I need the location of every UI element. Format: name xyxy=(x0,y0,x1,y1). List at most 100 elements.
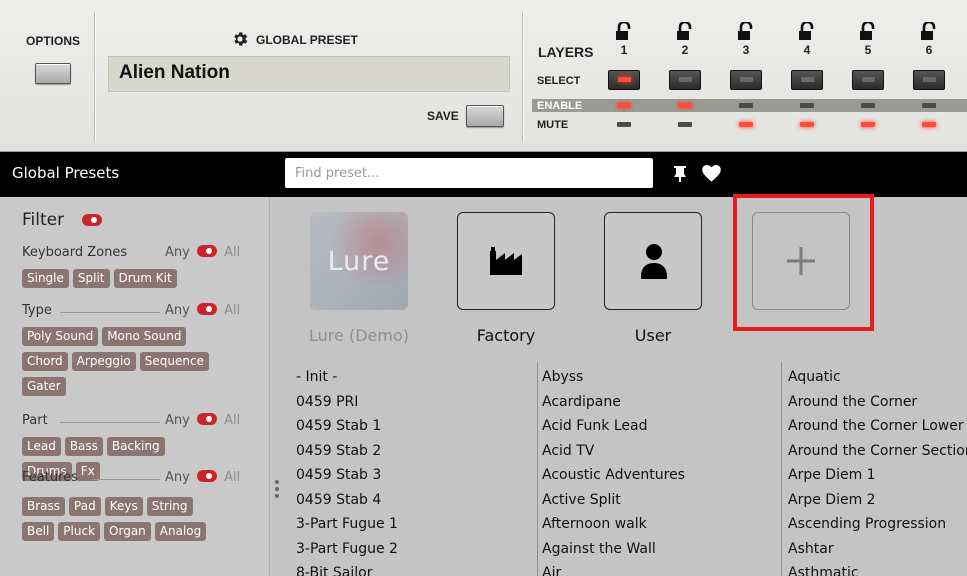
preset-item[interactable]: Acid TV xyxy=(542,439,685,464)
lock-open-icon[interactable] xyxy=(859,22,877,40)
filter-tag[interactable]: Bell xyxy=(22,522,55,541)
lock-open-icon[interactable] xyxy=(737,22,755,40)
pin-icon[interactable] xyxy=(673,166,687,182)
preset-item[interactable]: Around the Corner Lower xyxy=(788,414,967,439)
lock-open-icon[interactable] xyxy=(798,22,816,40)
layer-mute-led[interactable] xyxy=(739,122,753,127)
section-rule xyxy=(60,312,160,313)
filter-tag[interactable]: Mono Sound xyxy=(102,327,187,346)
filter-tag[interactable]: Chord xyxy=(22,352,68,371)
preset-item[interactable]: 0459 Stab 4 xyxy=(296,488,398,513)
filter-tag[interactable]: String xyxy=(146,497,193,516)
global-preset-display[interactable]: Alien Nation xyxy=(108,56,510,92)
options-button[interactable] xyxy=(35,63,71,84)
filter-tag[interactable]: Gater xyxy=(22,377,66,396)
preset-item[interactable]: Ashtar xyxy=(788,537,967,562)
all-label: All xyxy=(224,470,241,485)
preset-item[interactable]: 0459 PRI xyxy=(296,390,398,415)
any-label: Any xyxy=(165,303,190,318)
layer-enable-led[interactable] xyxy=(617,103,631,108)
library-tile-user[interactable] xyxy=(604,212,702,310)
layer-select-button[interactable] xyxy=(669,70,701,90)
preset-item[interactable]: Abyss xyxy=(542,365,685,390)
any-all-toggle[interactable] xyxy=(196,470,217,482)
preset-item[interactable]: Afternoon walk xyxy=(542,512,685,537)
preset-item[interactable]: Acid Funk Lead xyxy=(542,414,685,439)
preset-item[interactable]: 0459 Stab 3 xyxy=(296,463,398,488)
preset-column: Aquatic Around the Corner Around the Corne… xyxy=(788,365,967,576)
preset-item[interactable]: Around the Corner xyxy=(788,390,967,415)
layer-select-button[interactable] xyxy=(730,70,762,90)
preset-item[interactable]: 3-Part Fugue 2 xyxy=(296,537,398,562)
preset-item[interactable]: 3-Part Fugue 1 xyxy=(296,512,398,537)
preset-item[interactable]: Acoustic Adventures xyxy=(542,463,685,488)
filter-tag[interactable]: Organ xyxy=(104,522,151,541)
filter-tag[interactable]: Single xyxy=(22,269,69,288)
layer-mute-led[interactable] xyxy=(800,122,814,127)
preset-item[interactable]: Active Split xyxy=(542,488,685,513)
library-tile-lure[interactable]: Lure xyxy=(310,212,408,310)
options-label: OPTIONS xyxy=(26,34,81,48)
preset-item[interactable]: Against the Wall xyxy=(542,537,685,562)
layer-select-button[interactable] xyxy=(913,70,945,90)
filter-tag[interactable]: Sequence xyxy=(139,352,209,371)
layer-mute-led[interactable] xyxy=(922,122,936,127)
filter-tag[interactable]: Lead xyxy=(22,437,61,456)
layer-mute-led[interactable] xyxy=(617,122,631,127)
search-input[interactable] xyxy=(285,158,653,188)
preset-item[interactable]: Around the Corner Section xyxy=(788,439,967,464)
column-divider xyxy=(781,362,782,576)
save-button[interactable] xyxy=(466,105,504,127)
preset-item[interactable]: Aquatic xyxy=(788,365,967,390)
preset-item[interactable]: Acardipane xyxy=(542,390,685,415)
any-all-toggle[interactable] xyxy=(196,303,217,315)
preset-item[interactable]: Air xyxy=(542,561,685,576)
filter-tag[interactable]: Pluck xyxy=(58,522,101,541)
filter-toggle[interactable] xyxy=(82,214,102,226)
splitter-handle[interactable] xyxy=(275,480,279,501)
filter-section-label: Type xyxy=(22,303,52,318)
preset-item[interactable]: Arpe Diem 2 xyxy=(788,488,967,513)
filter-tag[interactable]: Brass xyxy=(22,497,66,516)
lock-open-icon[interactable] xyxy=(920,22,938,40)
filter-tag[interactable]: Split xyxy=(72,269,110,288)
layer-select-button[interactable] xyxy=(791,70,823,90)
lock-open-icon[interactable] xyxy=(676,22,694,40)
filter-tag[interactable]: Analog xyxy=(154,522,207,541)
heart-icon[interactable] xyxy=(702,165,721,182)
preset-item[interactable]: - Init - xyxy=(296,365,398,390)
add-library-button[interactable] xyxy=(752,212,850,310)
preset-item[interactable]: Asthmatic xyxy=(788,561,967,576)
filter-tag[interactable]: Keys xyxy=(104,497,143,516)
layer-enable-led[interactable] xyxy=(800,103,814,108)
layer-mute-led[interactable] xyxy=(861,122,875,127)
library-label-lure: Lure (Demo) xyxy=(309,326,409,345)
filter-tag[interactable]: Bass xyxy=(64,437,103,456)
preset-item[interactable]: 8-Bit Sailor xyxy=(296,561,398,576)
layer-enable-led[interactable] xyxy=(861,103,875,108)
layer-select-button[interactable] xyxy=(608,70,640,90)
layer-select-button[interactable] xyxy=(852,70,884,90)
select-label: SELECT xyxy=(537,75,581,87)
preset-item[interactable]: Arpe Diem 1 xyxy=(788,463,967,488)
layer-mute-led[interactable] xyxy=(678,122,692,127)
any-all-toggle[interactable] xyxy=(196,413,217,425)
filter-tag[interactable]: Pad xyxy=(69,497,101,516)
lock-open-icon[interactable] xyxy=(615,22,633,40)
filter-tag[interactable]: Backing xyxy=(106,437,165,456)
filter-tag[interactable]: Poly Sound xyxy=(22,327,99,346)
plus-icon xyxy=(787,247,815,275)
filter-section-label: Features xyxy=(22,470,78,485)
all-label: All xyxy=(224,245,241,260)
layer-enable-led[interactable] xyxy=(678,103,692,108)
layer-enable-led[interactable] xyxy=(922,103,936,108)
preset-item[interactable]: Ascending Progression xyxy=(788,512,967,537)
preset-item[interactable]: 0459 Stab 2 xyxy=(296,439,398,464)
filter-tag[interactable]: Arpeggio xyxy=(71,352,136,371)
layer-enable-led[interactable] xyxy=(739,103,753,108)
library-tile-factory[interactable] xyxy=(457,212,555,310)
filter-tag[interactable]: Drum Kit xyxy=(113,269,177,288)
layer-number: 1 xyxy=(620,43,628,57)
any-all-toggle[interactable] xyxy=(196,245,217,257)
preset-item[interactable]: 0459 Stab 1 xyxy=(296,414,398,439)
